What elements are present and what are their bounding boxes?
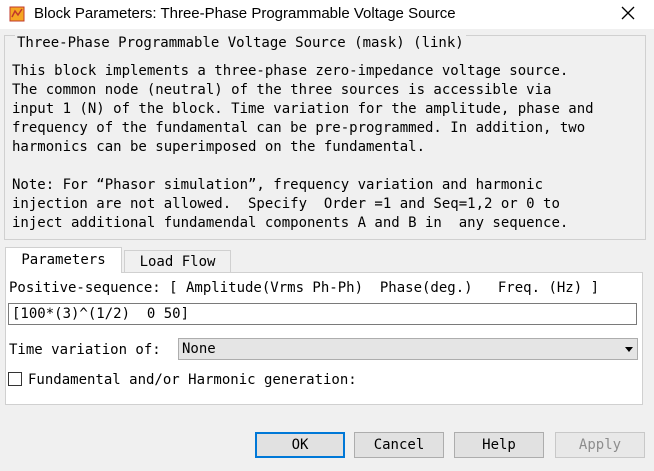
help-button[interactable]: Help <box>454 432 544 458</box>
description-line: The common node (neutral) of the three s… <box>12 82 552 98</box>
description-line: input 1 (N) of the block. Time variation… <box>12 101 594 117</box>
description-line: This block implements a three-phase zero… <box>12 63 569 79</box>
fundamental-harmonic-label: Fundamental and/or Harmonic generation: <box>28 372 357 388</box>
description-line: injection are not allowed. Specify Order… <box>12 196 560 212</box>
tab-parameters[interactable]: Parameters <box>5 247 122 273</box>
positive-sequence-input[interactable] <box>8 303 637 325</box>
fundamental-harmonic-checkbox[interactable] <box>8 372 22 386</box>
cancel-button[interactable]: Cancel <box>354 432 444 458</box>
time-variation-value: None <box>182 341 216 357</box>
description-line: inject additional fundamendal components… <box>12 215 569 231</box>
simulink-block-icon <box>9 6 25 22</box>
time-variation-dropdown[interactable]: None <box>178 338 638 360</box>
close-button[interactable] <box>612 0 644 28</box>
title-bar: Block Parameters: Three-Phase Programmab… <box>0 0 654 29</box>
tab-load-flow[interactable]: Load Flow <box>124 250 231 273</box>
chevron-down-icon <box>625 347 633 352</box>
description-line: frequency of the fundamental can be pre-… <box>12 120 586 136</box>
window-title: Block Parameters: Three-Phase Programmab… <box>34 5 456 22</box>
description-line: Note: For “Phasor simulation”, frequency… <box>12 177 544 193</box>
positive-sequence-label: Positive-sequence: [ Amplitude(Vrms Ph-P… <box>9 280 600 296</box>
time-variation-label: Time variation of: <box>9 342 161 358</box>
close-icon <box>621 6 635 20</box>
ok-button[interactable]: OK <box>255 432 345 458</box>
apply-button[interactable]: Apply <box>555 432 645 458</box>
description-line: harmonics can be superimposed on the fun… <box>12 139 426 155</box>
mask-title: Three-Phase Programmable Voltage Source … <box>15 35 466 51</box>
